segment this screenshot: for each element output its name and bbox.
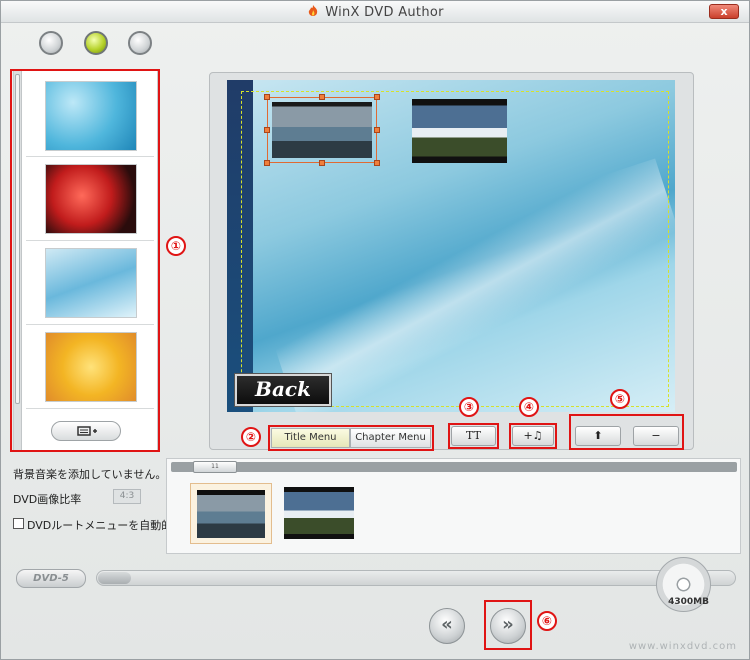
annotation-box-music bbox=[509, 423, 557, 449]
annotation-box-menu-tabs bbox=[268, 425, 434, 451]
timeline-item-mountain[interactable] bbox=[284, 487, 354, 539]
annotation-marker-5: ⑤ bbox=[610, 389, 630, 409]
auto-menu-checkbox[interactable] bbox=[13, 518, 24, 529]
annotation-box-text bbox=[448, 423, 499, 449]
timeline-scrollbar-thumb[interactable]: 11 bbox=[193, 461, 237, 473]
timeline-item-bridge[interactable] bbox=[190, 483, 272, 544]
resize-handle[interactable] bbox=[264, 160, 270, 166]
annotation-marker-1: ① bbox=[166, 236, 186, 256]
resize-handle[interactable] bbox=[374, 160, 380, 166]
resize-handle[interactable] bbox=[264, 127, 270, 133]
resize-handle[interactable] bbox=[374, 94, 380, 100]
dvd-type-badge[interactable]: DVD-5 bbox=[16, 569, 86, 588]
flame-logo-icon bbox=[309, 5, 318, 16]
music-status-text: 背景音楽を添加していません。 bbox=[13, 468, 167, 481]
step-button-2[interactable] bbox=[84, 31, 108, 55]
timeline-thumb-label: 11 bbox=[211, 463, 219, 470]
ratio-label: DVD画像比率 bbox=[13, 493, 82, 506]
annotation-box-arrange bbox=[569, 414, 684, 450]
previous-step-button[interactable]: « bbox=[429, 608, 465, 644]
capacity-label: 4300MB bbox=[668, 597, 709, 607]
annotation-box-next bbox=[484, 600, 532, 650]
step-button-1[interactable] bbox=[39, 31, 63, 55]
annotation-marker-2: ② bbox=[241, 427, 261, 447]
title-bar: WinX DVD Author x bbox=[1, 1, 749, 23]
window-title: WinX DVD Author bbox=[1, 4, 749, 20]
timeline-bridge-image bbox=[197, 490, 265, 538]
resize-handle[interactable] bbox=[319, 160, 325, 166]
app-window: WinX DVD Author x ① Back Title Menu Chap… bbox=[0, 0, 750, 660]
ratio-value-field[interactable]: 4:3 bbox=[113, 489, 141, 504]
step-button-3[interactable] bbox=[128, 31, 152, 55]
timeline-scrollbar[interactable] bbox=[171, 462, 737, 472]
footer-url: www.winxdvd.com bbox=[628, 641, 737, 652]
title-thumbnail-mountain[interactable] bbox=[412, 99, 507, 163]
resize-handle[interactable] bbox=[264, 94, 270, 100]
resize-handle[interactable] bbox=[374, 127, 380, 133]
annotation-box-templates bbox=[10, 69, 160, 452]
capacity-progress-bar bbox=[96, 570, 736, 586]
annotation-marker-6: ⑥ bbox=[537, 611, 557, 631]
annotation-marker-4: ④ bbox=[519, 397, 539, 417]
resize-handle[interactable] bbox=[319, 94, 325, 100]
window-title-text: WinX DVD Author bbox=[325, 5, 444, 20]
close-button[interactable]: x bbox=[709, 4, 739, 19]
capacity-progress-fill bbox=[98, 572, 132, 584]
bridge-image bbox=[272, 102, 372, 158]
annotation-marker-3: ③ bbox=[459, 397, 479, 417]
title-thumbnail-bridge[interactable] bbox=[267, 97, 377, 163]
back-menu-button[interactable]: Back bbox=[234, 373, 332, 407]
